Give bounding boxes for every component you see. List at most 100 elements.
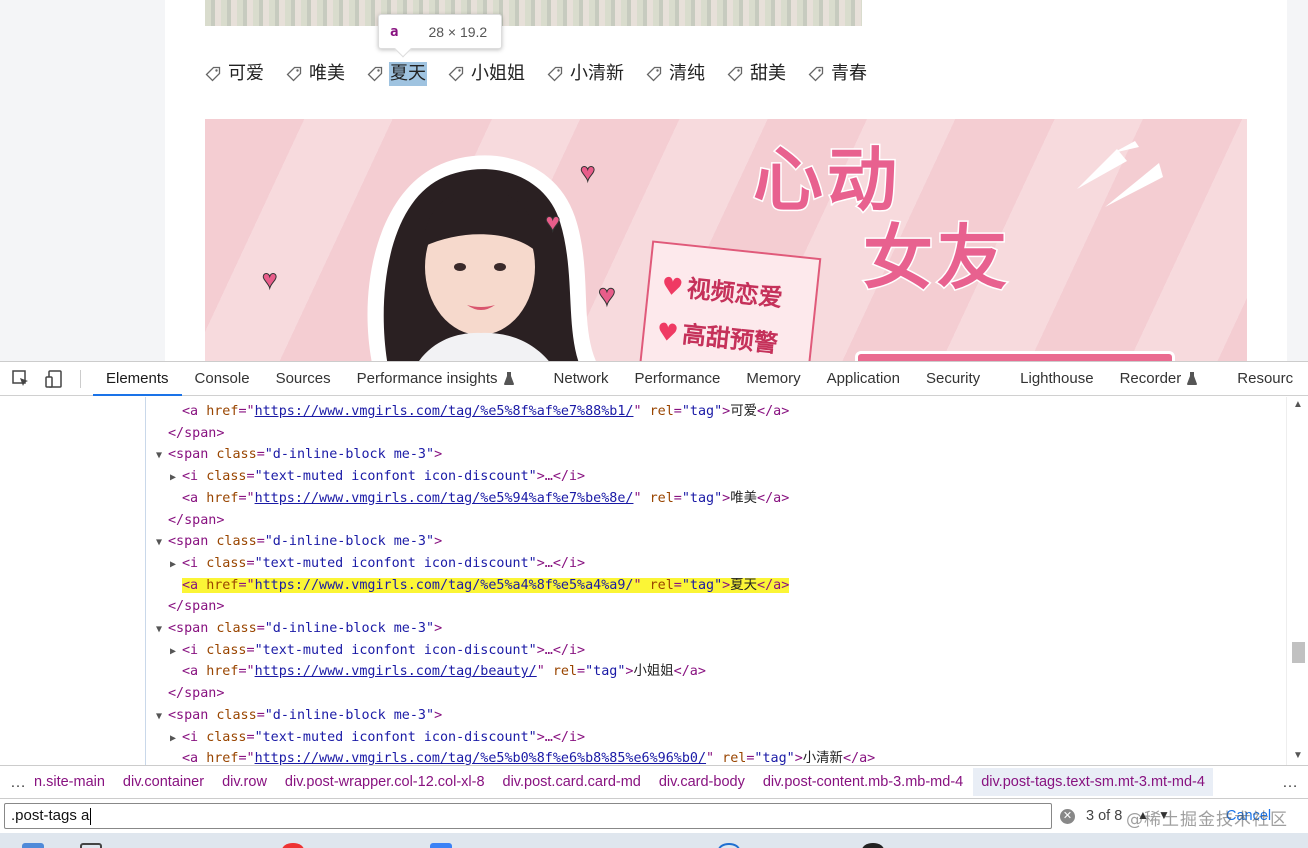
code-token: <a [182,490,207,506]
dom-node-line[interactable]: <a href="https://www.vmgirls.com/tag/%e5… [170,401,789,423]
code-token: = [246,469,255,485]
scroll-up-arrow-icon[interactable]: ▲ [1293,399,1303,410]
tag-link[interactable]: 甜美 [749,62,787,86]
post-tag: 可爱 [205,62,265,86]
tag-link[interactable]: 夏天 [389,62,427,86]
devtools-tab[interactable]: Network [541,362,622,396]
dom-node-line[interactable]: <a href="https://www.vmgirls.com/tag/%e5… [170,488,789,510]
devtools-tab[interactable]: Memory [733,362,813,396]
tab-label: Resourc [1237,370,1294,387]
dom-text-content: 唯美 [730,490,758,506]
breadcrumb-item[interactable]: div.post.card.card-md [503,774,641,790]
code-token: <i [182,469,207,485]
code-token: <span [168,707,217,723]
dom-attr-href: https://www.vmgirls.com/tag/%e5%a4%8f%e5… [254,577,634,593]
code-token: > [434,707,443,723]
elements-dom-tree[interactable]: <a href = " https://www.vmgirls.com/tag/%e5… [0,397,1285,765]
code-token: > [434,534,443,550]
heart-decoration-icon: ♥ [544,207,561,238]
dom-node-line[interactable]: <a href="https://www.vmgirls.com/tag/%e5… [170,748,875,765]
taskbar-app-icon[interactable] [282,843,304,848]
breadcrumb-item[interactable]: div.post-wrapper.col-12.col-xl-8 [285,774,485,790]
dom-node-line[interactable]: </span> [156,423,224,445]
taskbar-app-icon[interactable] [862,843,884,848]
disclosure-triangle-icon[interactable]: ▼ [156,445,168,467]
tab-label: Network [553,370,609,387]
dom-node-line[interactable]: ▼ <span class="d-inline-block me-3"> [156,444,442,466]
breadcrumb-item[interactable]: div.post-content.mb-3.mb-md-4 [763,774,963,790]
dom-node-line[interactable]: </span> [156,510,224,532]
dom-node-code: <span class="d-inline-block me-3"> [168,708,442,723]
tag-link[interactable]: 清纯 [668,62,706,86]
taskbar-app-icon[interactable] [80,843,102,848]
disclosure-triangle-icon[interactable]: ▶ [170,554,182,576]
dom-node-line[interactable]: ▼ <span class="d-inline-block me-3"> [156,705,442,727]
devtools-tab[interactable]: Recorder [1107,362,1211,396]
tag-link[interactable]: 青春 [830,62,868,86]
tag-link[interactable]: 小姐姐 [470,62,526,86]
disclosure-triangle-icon[interactable]: ▼ [156,619,168,641]
start-icon[interactable] [22,843,44,848]
code-token: "d-inline-block me-3" [264,621,435,636]
devtools-panel: Elements Console Sources Performance insigh… [0,361,1308,848]
breadcrumb-item[interactable]: div.container [123,774,204,790]
tab-label: Performance insights [356,370,498,387]
dom-node-line[interactable]: </span> [156,596,224,618]
dom-node-line[interactable]: ▼ <span class="d-inline-block me-3"> [156,531,442,553]
devtools-tab[interactable]: Lighthouse [1007,362,1106,396]
scrollbar-thumb[interactable] [1292,642,1305,663]
code-token: rel [722,751,747,765]
devtools-tab[interactable]: Resourc [1224,362,1306,396]
devtools-tab[interactable]: Sources [263,362,344,396]
code-token: href [206,404,239,419]
dom-node-line[interactable]: <a href="https://www.vmgirls.com/tag/bea… [170,661,706,683]
code-token: <span [168,447,217,463]
code-token: = [673,577,682,593]
tab-label: Elements [106,370,169,387]
taskbar-app-icon[interactable] [718,843,740,848]
devtools-tab[interactable]: Elements [93,362,182,396]
dom-node-line[interactable]: </span> [156,683,224,705]
post-tag: 唯美 [286,62,346,86]
scroll-down-arrow-icon[interactable]: ▼ [1293,750,1303,761]
tag-icon [286,66,302,82]
heart-decoration-icon: ♥ [579,157,596,188]
breadcrumb-item[interactable]: n.site-main [34,774,105,790]
devtools-tab[interactable]: Application [814,362,913,396]
dom-search-input[interactable]: .post-tags a [4,803,1052,829]
devtools-tab[interactable]: Performance [622,362,734,396]
devtools-tab[interactable]: Performance insights [344,362,527,396]
device-toolbar-icon[interactable] [42,367,66,391]
devtools-tab[interactable]: Security [913,362,993,396]
dom-text-content: 小清新 [802,751,843,765]
dom-node-line[interactable]: ▶ <i class="text-muted iconfont icon-disc… [170,466,585,488]
promo-banner[interactable]: ♥ ♥ ♥ ♥ ♥视频恋爱 ♥高甜预警 心动 女友 [205,119,1247,361]
disclosure-triangle-icon[interactable]: ▶ [170,641,182,663]
dom-node-line[interactable]: ▶ <i class="text-muted iconfont icon-disc… [170,727,585,749]
tag-link[interactable]: 可爱 [227,62,265,86]
dom-node-line[interactable]: ▶ <i class="text-muted iconfont icon-disc… [170,553,585,575]
inspect-element-icon[interactable] [9,367,33,391]
dom-node-line[interactable]: ▶ <i class="text-muted iconfont icon-disc… [170,640,585,662]
post-tag: 夏天 [367,62,427,86]
code-token: </a> [673,664,706,680]
breadcrumb-overflow-left-icon[interactable]: … [10,774,26,792]
breadcrumb-item[interactable]: div.row [222,774,267,790]
clear-search-icon[interactable]: ✕ [1060,809,1075,824]
tag-link[interactable]: 小清新 [569,62,625,86]
breadcrumb-overflow-right-icon[interactable]: … [1276,774,1298,792]
disclosure-triangle-icon[interactable]: ▼ [156,532,168,554]
breadcrumb-item[interactable]: div.card-body [659,774,745,790]
breadcrumb-item[interactable]: div.post-tags.text-sm.mt-3.mt-md-4 [973,768,1213,796]
disclosure-triangle-icon[interactable]: ▶ [170,728,182,750]
dom-node-line[interactable]: ▼ <span class="d-inline-block me-3"> [156,618,442,640]
taskbar-app-icon[interactable] [430,843,452,848]
devtools-tab[interactable]: Console [182,362,263,396]
dom-tree-scrollbar[interactable]: ▲ ▼ [1286,397,1308,765]
dom-node-line[interactable]: <a href="https://www.vmgirls.com/tag/%e5… [170,575,790,597]
disclosure-triangle-icon[interactable]: ▶ [170,467,182,489]
disclosure-triangle-icon[interactable]: ▼ [156,706,168,728]
tag-link[interactable]: 唯美 [308,62,346,86]
code-token: " [633,490,650,506]
code-token: "tag" [681,404,723,419]
